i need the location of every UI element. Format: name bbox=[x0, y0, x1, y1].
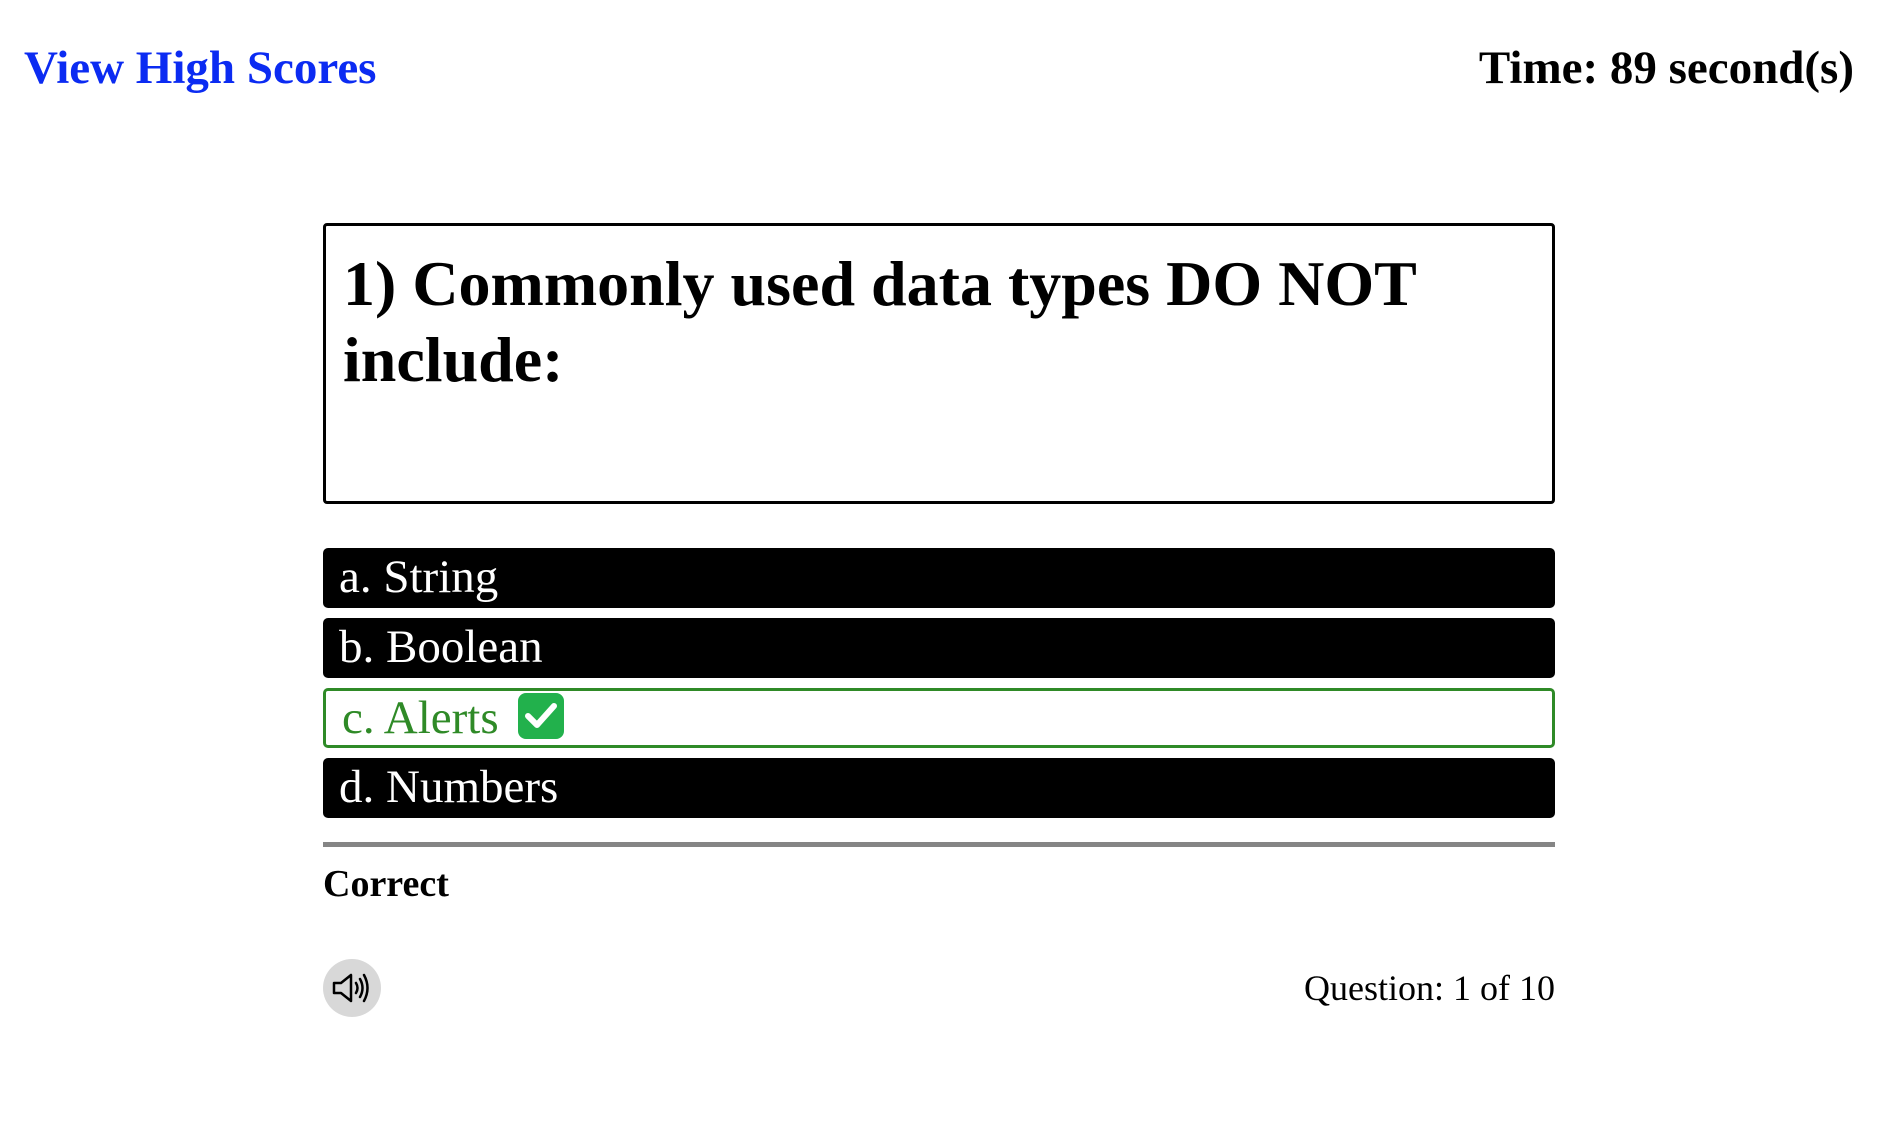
question-counter: Question: 1 of 10 bbox=[1304, 968, 1555, 1008]
speaker-icon bbox=[332, 973, 369, 1003]
timer: Time: 89 second(s) bbox=[1478, 42, 1854, 94]
answer-option-d[interactable]: d. Numbers bbox=[323, 758, 1555, 818]
answer-label: d. Numbers bbox=[339, 761, 559, 813]
check-mark-icon bbox=[518, 693, 565, 739]
feedback-text: Correct bbox=[323, 863, 449, 905]
sound-toggle-button[interactable] bbox=[323, 959, 381, 1017]
answer-label: a. String bbox=[339, 551, 499, 603]
answer-option-c[interactable]: c. Alerts bbox=[323, 688, 1555, 748]
answer-label: c. Alerts bbox=[342, 692, 499, 744]
answer-option-b[interactable]: b. Boolean bbox=[323, 618, 1555, 678]
view-high-scores-link[interactable]: View High Scores bbox=[24, 41, 376, 95]
header: View High Scores Time: 89 second(s) bbox=[24, 38, 1854, 98]
answer-label: b. Boolean bbox=[339, 621, 543, 673]
quiz-footer: Question: 1 of 10 bbox=[323, 959, 1555, 1017]
question-box: 1) Commonly used data types DO NOT inclu… bbox=[323, 223, 1555, 504]
answer-option-a[interactable]: a. String bbox=[323, 548, 1555, 608]
divider bbox=[323, 842, 1555, 847]
question-text: 1) Commonly used data types DO NOT inclu… bbox=[343, 248, 1416, 395]
answer-list: a. String b. Boolean c. Alerts d. Number… bbox=[323, 548, 1555, 818]
quiz-container: 1) Commonly used data types DO NOT inclu… bbox=[323, 223, 1555, 1017]
